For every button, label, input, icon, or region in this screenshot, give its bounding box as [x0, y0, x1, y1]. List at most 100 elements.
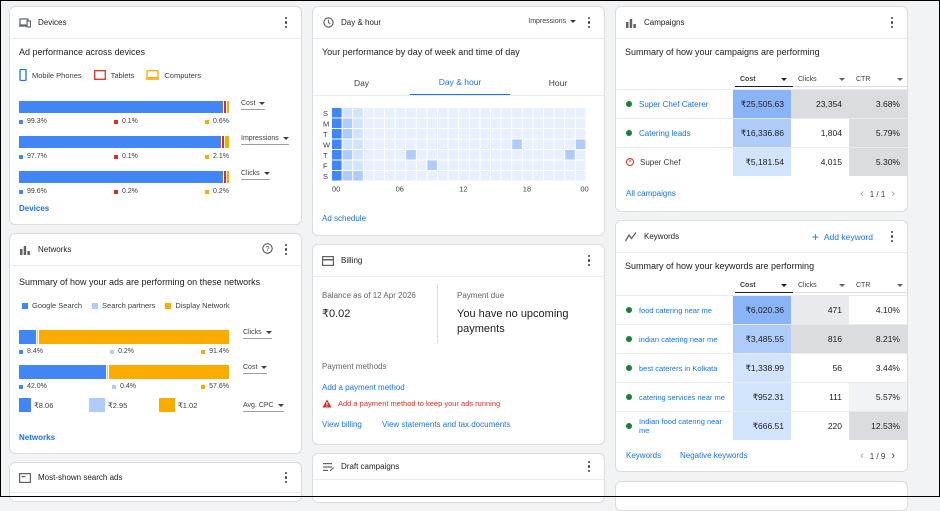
column-header-cost[interactable]: Cost: [735, 279, 793, 293]
heatmap-cell: [544, 118, 554, 128]
view-statements-link[interactable]: View statements and tax documents: [382, 420, 510, 429]
row-name[interactable]: Indian food catering near me: [639, 417, 733, 435]
table-row[interactable]: Indian food catering near me ₹666.51 220 12…: [616, 411, 907, 440]
payment-warning: Add a payment method to keep your ads ru…: [322, 399, 500, 408]
device-metric-dropdown[interactable]: Impressions: [241, 135, 289, 145]
row-name[interactable]: Catering leads: [639, 129, 691, 138]
heatmap-cell: [533, 150, 543, 160]
device-value-computer: 0.6%: [205, 118, 229, 125]
row-name[interactable]: best caterers in Kolkata: [639, 364, 717, 373]
table-row[interactable]: catering services near me ₹952.31 111 5.57%: [616, 382, 907, 411]
clicks-cell: 471: [791, 296, 849, 324]
column-header-ctr[interactable]: CTR: [851, 279, 907, 293]
heatmap-cell: [374, 139, 384, 149]
heatmap-cell: [332, 139, 342, 149]
heatmap-cell: [565, 118, 575, 128]
tab-hour[interactable]: Hour: [510, 70, 604, 96]
avg-cpc-dropdown[interactable]: Avg. CPC: [243, 402, 284, 412]
day-hour-card: Day & hour Impressions Your performance …: [312, 6, 605, 236]
day-hour-more-icon[interactable]: [584, 16, 594, 29]
billing-more-icon[interactable]: [584, 254, 594, 267]
row-name[interactable]: indian catering near me: [639, 335, 717, 344]
draft-icon: [321, 460, 335, 474]
legend-tablets: Tablets: [93, 69, 134, 81]
device-value-mobile: 97.7%: [19, 153, 47, 160]
prev-page-icon[interactable]: ‹: [860, 450, 864, 462]
next-page-icon[interactable]: ›: [891, 450, 895, 462]
heatmap-cell: [342, 139, 353, 149]
network-value: 8.4%: [19, 348, 43, 355]
ad-schedule-link[interactable]: Ad schedule: [322, 214, 366, 223]
table-row[interactable]: Catering leads ₹16,336.86 1,804 5.79%: [616, 118, 907, 147]
heatmap-cell: [544, 139, 554, 149]
most-shown-more-icon[interactable]: [281, 471, 291, 484]
devices-title: Devices: [38, 18, 67, 27]
network-value: 0.2%: [110, 348, 134, 355]
bar-chart-icon: [18, 243, 32, 257]
table-row[interactable]: food catering near me ₹6,020.36 471 4.10%: [616, 295, 907, 324]
impressions-dropdown[interactable]: Impressions: [528, 18, 576, 27]
clicks-cell: 220: [791, 412, 849, 440]
row-name[interactable]: Super Chef Caterer: [639, 100, 708, 109]
heatmap-cell: [438, 118, 448, 128]
campaigns-more-icon[interactable]: [887, 16, 897, 29]
cpc-google-search: ₹8.06: [34, 400, 54, 410]
table-row[interactable]: × Super Chef ₹5,181.54 4,015 5.30%: [616, 147, 907, 176]
devices-icon: [18, 16, 32, 30]
add-payment-method-link[interactable]: Add a payment method: [322, 383, 405, 392]
sort-caret-icon: [839, 284, 845, 287]
table-row[interactable]: Super Chef Caterer ₹25,505.63 23,354 3.68%: [616, 89, 907, 118]
heatmap-cell: [512, 160, 522, 170]
networks-more-icon[interactable]: [281, 243, 291, 256]
column-header-cost[interactable]: Cost: [735, 73, 793, 87]
heatmap-cell: [395, 118, 406, 128]
tab-day-hour[interactable]: Day & hour: [410, 70, 510, 96]
heatmap-cell: [501, 108, 512, 118]
network-metric-dropdown[interactable]: Clicks: [243, 329, 272, 339]
heatmap-cell: [459, 160, 469, 170]
heatmap-cell: [480, 139, 490, 149]
table-header: Cost Clicks CTR: [735, 279, 907, 293]
row-name-cell: Super Chef Caterer: [616, 100, 733, 109]
next-page-icon[interactable]: ›: [891, 188, 895, 200]
draft-header: Draft campaigns: [313, 454, 604, 480]
negative-keywords-link[interactable]: Negative keywords: [680, 451, 748, 460]
keywords-link[interactable]: Keywords: [626, 451, 661, 460]
network-bar-segment: [107, 365, 109, 379]
device-metric-dropdown[interactable]: Clicks: [241, 170, 270, 180]
prev-page-icon[interactable]: ‹: [860, 188, 864, 200]
heatmap-cell: [544, 150, 554, 160]
heatmap-cell: [501, 129, 512, 139]
row-name[interactable]: catering services near me: [639, 393, 725, 402]
devices-more-icon[interactable]: [281, 16, 291, 29]
help-icon[interactable]: ?: [262, 243, 273, 256]
keywords-subtitle: Summary of how your keywords are perform…: [625, 261, 815, 271]
heatmap-cell: [459, 139, 469, 149]
hour-label: 00: [580, 185, 588, 194]
networks-link[interactable]: Networks: [19, 433, 55, 442]
column-header-ctr[interactable]: CTR: [851, 73, 907, 87]
billing-icon: [321, 254, 335, 268]
tab-day[interactable]: Day: [313, 70, 410, 96]
device-metric-dropdown[interactable]: Cost: [241, 100, 266, 110]
payment-methods-label: Payment methods: [322, 362, 387, 371]
heatmap-cell: [544, 160, 554, 170]
view-billing-link[interactable]: View billing: [322, 420, 362, 429]
heatmap-cell: [512, 139, 522, 149]
draft-more-icon[interactable]: [584, 460, 594, 473]
keywords-more-icon[interactable]: [887, 230, 897, 243]
column-header-clicks[interactable]: Clicks: [793, 279, 851, 293]
all-campaigns-link[interactable]: All campaigns: [626, 189, 676, 198]
row-name[interactable]: food catering near me: [639, 306, 712, 315]
add-keyword-button[interactable]: + Add keyword: [812, 230, 873, 244]
heatmap-cell: [501, 171, 512, 181]
heatmap-cell: [522, 139, 533, 149]
devices-link[interactable]: Devices: [19, 204, 49, 213]
column-header-clicks[interactable]: Clicks: [793, 73, 851, 87]
row-name[interactable]: Super Chef: [640, 158, 680, 167]
network-metric-dropdown[interactable]: Cost: [243, 364, 268, 374]
balance-value: ₹0.02: [322, 308, 351, 320]
tablet-icon: [93, 70, 106, 80]
table-row[interactable]: best caterers in Kolkata ₹1,338.99 56 3.44%: [616, 353, 907, 382]
table-row[interactable]: indian catering near me ₹3,485.55 816 8.21%: [616, 324, 907, 353]
